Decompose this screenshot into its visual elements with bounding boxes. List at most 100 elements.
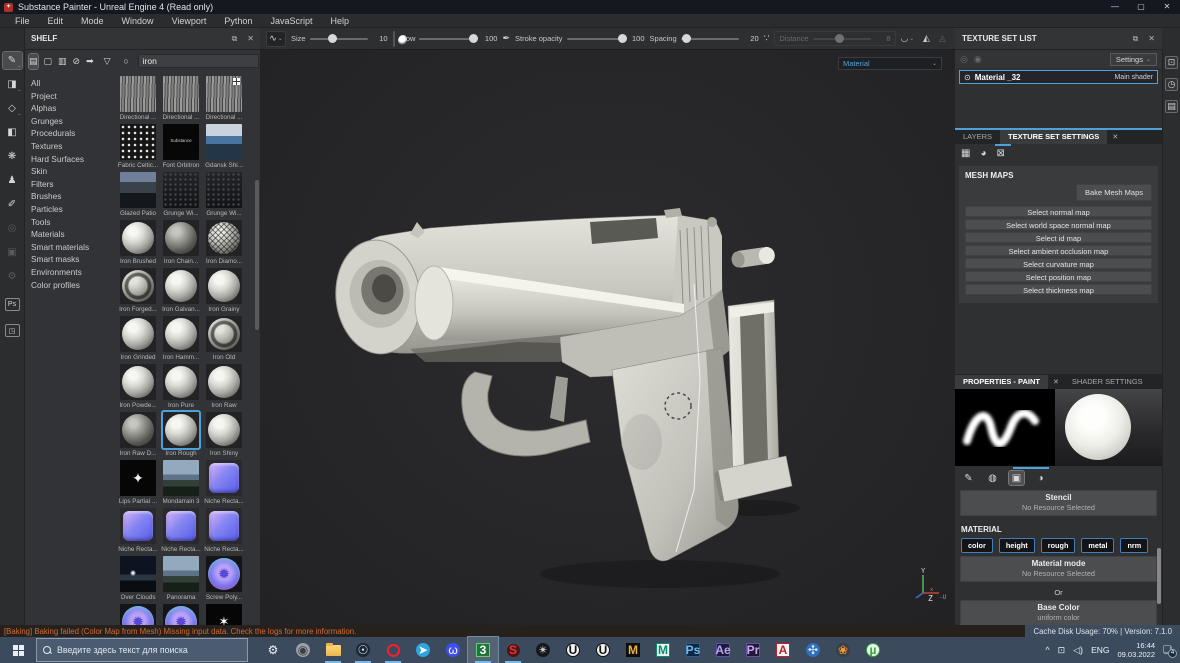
maya-icon[interactable]: M xyxy=(618,637,648,663)
float-panel-icon[interactable]: ⧉ xyxy=(232,34,238,44)
stencil-button[interactable]: Stencil No Resource Selected xyxy=(960,490,1157,516)
resource-thumbnail[interactable] xyxy=(206,268,242,304)
export-icon[interactable]: ➡ xyxy=(86,54,94,69)
resource-thumbnail[interactable] xyxy=(120,316,156,352)
select-map-button[interactable]: Select world space normal map xyxy=(965,219,1152,230)
falloff-icon[interactable]: ✒ xyxy=(502,33,510,44)
shelf-resource[interactable]: Iron Diamo... xyxy=(203,220,245,268)
resource-thumbnail[interactable] xyxy=(206,412,242,448)
shelf-resource[interactable]: Niche Recta... xyxy=(117,508,159,556)
shelf-category-tools[interactable]: Tools xyxy=(29,217,117,227)
resources-plugin-icon[interactable]: ◳ xyxy=(5,324,20,337)
shelf-resource[interactable]: Iron Rough xyxy=(160,412,202,460)
flow-slider-handle[interactable] xyxy=(469,34,478,43)
eye-icon[interactable]: ◉ xyxy=(974,54,982,65)
gear-settings-icon[interactable]: ⚙ xyxy=(3,268,22,285)
float-panel-icon[interactable]: ⧉ xyxy=(1133,34,1139,44)
resource-thumbnail[interactable] xyxy=(206,508,242,544)
opera-icon[interactable] xyxy=(378,637,408,663)
distance-slider-handle[interactable] xyxy=(835,34,844,43)
select-map-button[interactable]: Select curvature map xyxy=(965,258,1152,269)
shelf-resource[interactable]: Screw Poly... xyxy=(203,556,245,604)
telegram-icon[interactable]: ➤ xyxy=(408,637,438,663)
resource-thumbnail[interactable] xyxy=(206,76,242,112)
resource-thumbnail[interactable] xyxy=(163,316,199,352)
base-color-button[interactable]: Base Color uniform color xyxy=(960,600,1157,625)
resource-thumbnail[interactable]: Substance xyxy=(163,124,199,160)
stroke-opacity-slider[interactable] xyxy=(567,38,625,40)
shelf-category-textures[interactable]: Textures xyxy=(29,141,117,151)
resource-thumbnail[interactable] xyxy=(206,460,242,496)
fill-settings-icon[interactable]: ▦ xyxy=(961,147,970,159)
spacing-slider[interactable] xyxy=(681,38,739,40)
aperture-app-icon[interactable]: ✴ xyxy=(528,637,558,663)
menu-item-window[interactable]: Window xyxy=(113,14,163,28)
resource-thumbnail[interactable] xyxy=(163,556,199,592)
history-icon[interactable]: ◷ xyxy=(1165,78,1178,91)
shelf-category-project[interactable]: Project xyxy=(29,91,117,101)
material-picker-tool[interactable]: ✐ xyxy=(3,196,22,213)
network-icon[interactable]: ⊡ xyxy=(1058,645,1066,656)
green-m-app-icon[interactable]: M xyxy=(648,637,678,663)
flow-slider[interactable] xyxy=(419,38,477,40)
import-list-icon[interactable]: ▥ xyxy=(58,54,67,69)
photoshop-icon[interactable]: Ps xyxy=(678,637,708,663)
material-mode-button[interactable]: Material mode No Resource Selected xyxy=(960,556,1157,582)
resource-thumbnail[interactable] xyxy=(120,460,156,496)
stroke-opacity-slider-handle[interactable] xyxy=(618,34,627,43)
shelf-resource[interactable]: SubstanceFont Orbitron xyxy=(160,124,202,172)
shelf-category-grunges[interactable]: Grunges xyxy=(29,116,117,126)
resource-thumbnail[interactable] xyxy=(120,220,156,256)
smudge-tool[interactable]: ❋ xyxy=(3,148,22,165)
shelf-category-environments[interactable]: Environments xyxy=(29,267,117,277)
fl-studio-icon[interactable]: ❀ xyxy=(828,637,858,663)
symmetry-settings-icon[interactable]: ◎ xyxy=(3,220,22,237)
resource-thumbnail[interactable] xyxy=(163,220,199,256)
utorrent-icon[interactable]: µ xyxy=(858,637,888,663)
discord-icon[interactable]: ω xyxy=(438,637,468,663)
new-resource-icon[interactable]: ▢ xyxy=(44,54,53,69)
channel-toggle-color[interactable]: color xyxy=(961,538,993,553)
resource-thumbnail[interactable] xyxy=(163,76,199,112)
shelf-category-hard-surfaces[interactable]: Hard Surfaces xyxy=(29,154,117,164)
resource-thumbnail[interactable] xyxy=(120,412,156,448)
resource-thumbnail[interactable] xyxy=(163,364,199,400)
alpha-icon[interactable]: ◍ xyxy=(985,471,1000,485)
shelf-resource[interactable] xyxy=(160,604,202,625)
taskbar-search[interactable]: Введите здесь текст для поиска xyxy=(36,638,248,662)
shelf-resource[interactable]: Iron Pure xyxy=(160,364,202,412)
notifications-icon[interactable]: ❏ 4 xyxy=(1163,645,1172,656)
shelf-resource[interactable]: Niche Recta... xyxy=(203,508,245,556)
close-panel-icon[interactable]: ✕ xyxy=(1148,34,1155,44)
shelf-category-particles[interactable]: Particles xyxy=(29,204,117,214)
shelf-resource[interactable]: Gdansk Shi... xyxy=(203,124,245,172)
spacing-dots-icon[interactable]: ∵ xyxy=(764,33,770,44)
resource-thumbnail[interactable] xyxy=(206,364,242,400)
volume-icon[interactable]: ◁) xyxy=(1073,645,1083,656)
tab-properties-paint[interactable]: PROPERTIES - PAINT xyxy=(955,375,1048,389)
viewer-settings-icon[interactable]: ▣ xyxy=(3,244,22,261)
menu-item-javascript[interactable]: JavaScript xyxy=(261,14,321,28)
bake-mesh-maps-button[interactable]: Bake Mesh Maps xyxy=(1076,184,1152,201)
shelf-category-alphas[interactable]: Alphas xyxy=(29,103,117,113)
shelf-category-all[interactable]: All xyxy=(29,78,117,88)
resource-thumbnail[interactable] xyxy=(120,604,156,625)
shelf-resource[interactable]: Directional ... xyxy=(117,76,159,124)
close-panel-icon[interactable]: ✕ xyxy=(247,34,254,44)
shelf-resource[interactable] xyxy=(203,604,245,625)
stencil-icon[interactable]: ▣ xyxy=(1009,471,1024,485)
log-icon[interactable]: ▤ xyxy=(1165,100,1178,113)
menu-item-file[interactable]: File xyxy=(6,14,39,28)
resource-thumbnail[interactable] xyxy=(120,268,156,304)
paint-tool[interactable]: ✎⌄ xyxy=(3,52,22,69)
resource-thumbnail[interactable] xyxy=(206,172,242,208)
folder-icon[interactable]: ▤ xyxy=(29,54,38,69)
shelf-category-skin[interactable]: Skin xyxy=(29,166,117,176)
shelf-resource[interactable]: Mondarrain 3 xyxy=(160,460,202,508)
premiere-icon[interactable]: Pr xyxy=(738,637,768,663)
shelf-category-smart-masks[interactable]: Smart masks xyxy=(29,254,117,264)
size-slider[interactable] xyxy=(310,38,368,40)
clock[interactable]: 16:44 09.03.2022 xyxy=(1117,641,1155,660)
tray-expand-icon[interactable]: ^ xyxy=(1045,645,1049,655)
select-map-button[interactable]: Select position map xyxy=(965,271,1152,282)
